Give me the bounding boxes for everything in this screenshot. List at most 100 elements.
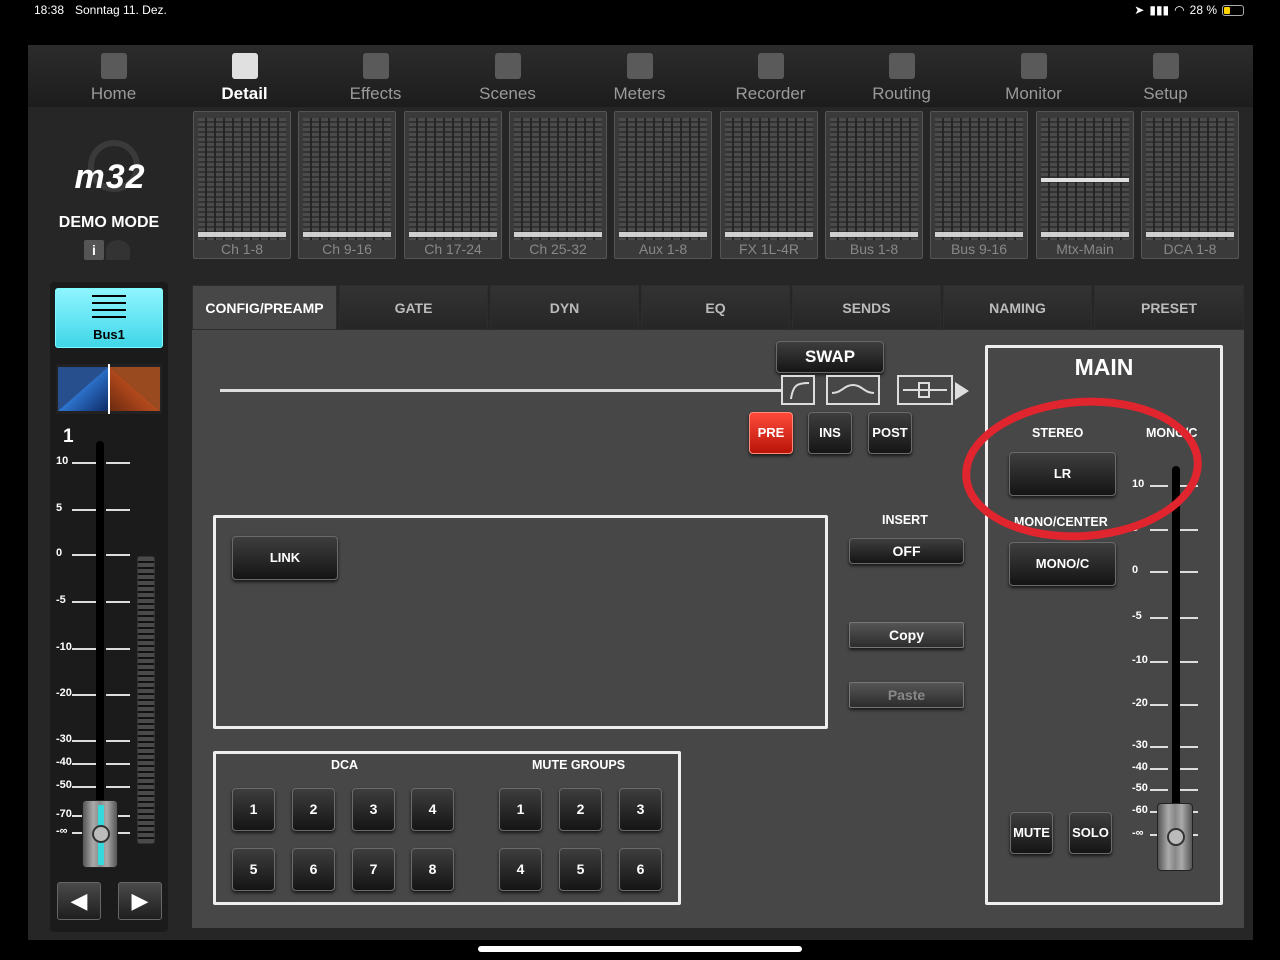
low-cut-icon xyxy=(781,375,815,405)
scale-tick xyxy=(72,648,96,650)
dca-5-button[interactable]: 5 xyxy=(232,848,275,891)
scale-tick xyxy=(1150,789,1168,791)
bank-fader-line xyxy=(409,232,497,237)
mute-button[interactable]: MUTE xyxy=(1010,812,1053,854)
ins-button[interactable]: INS xyxy=(808,412,852,454)
dca-4-button[interactable]: 4 xyxy=(411,788,454,831)
bank-3[interactable]: Ch 17-24 xyxy=(404,111,502,259)
signal-icon: ▮▮▮ xyxy=(1149,3,1170,17)
bank-10[interactable]: DCA 1-8 xyxy=(1141,111,1239,259)
dca-7-button[interactable]: 7 xyxy=(352,848,395,891)
post-button[interactable]: POST xyxy=(868,412,912,454)
dca-1-button[interactable]: 1 xyxy=(232,788,275,831)
channel-select-label: Bus1 xyxy=(93,327,125,342)
next-channel-button[interactable]: ▶ xyxy=(118,882,162,920)
insert-off-button[interactable]: OFF xyxy=(849,538,964,564)
nav-setup[interactable]: Setup xyxy=(1100,45,1231,107)
scale-tick xyxy=(72,786,96,788)
scale-tick xyxy=(1150,746,1168,748)
mute-group-2-button[interactable]: 2 xyxy=(559,788,602,831)
nav-monitor[interactable]: Monitor xyxy=(968,45,1099,107)
solo-button[interactable]: SOLO xyxy=(1069,812,1112,854)
nav-recorder[interactable]: Recorder xyxy=(705,45,836,107)
dca-6-button[interactable]: 6 xyxy=(292,848,335,891)
bank-5[interactable]: Aux 1-8 xyxy=(614,111,712,259)
tab-preset[interactable]: PRESET xyxy=(1094,285,1244,330)
mute-group-3-button[interactable]: 3 xyxy=(619,788,662,831)
pan-control[interactable] xyxy=(56,364,162,414)
gear-icon xyxy=(1152,53,1179,79)
bank-7[interactable]: Bus 1-8 xyxy=(825,111,923,259)
pre-button[interactable]: PRE xyxy=(749,412,793,454)
scale-tick xyxy=(1180,789,1198,791)
main-fader-track[interactable] xyxy=(1172,466,1180,856)
bank-4[interactable]: Ch 25-32 xyxy=(509,111,607,259)
bank-9[interactable]: Mtx-Main xyxy=(1036,111,1134,259)
bank-label: Ch 25-32 xyxy=(529,241,587,257)
mute-group-6-button[interactable]: 6 xyxy=(619,848,662,891)
prev-channel-button[interactable]: ◀ xyxy=(57,882,101,920)
home-indicator[interactable] xyxy=(478,946,802,952)
routing-icon xyxy=(888,53,915,79)
mute-group-1-button[interactable]: 1 xyxy=(499,788,542,831)
bank-fader-line xyxy=(1146,232,1234,237)
bank-main-fader-line xyxy=(1041,178,1129,182)
tab-gate[interactable]: GATE xyxy=(339,285,488,330)
bank-6[interactable]: FX 1L-4R xyxy=(720,111,818,259)
paste-button[interactable]: Paste xyxy=(849,682,964,708)
tab-naming[interactable]: NAMING xyxy=(943,285,1092,330)
status-bar: 18:38 Sonntag 11. Dez. ➤ ▮▮▮ ◠ 28 % xyxy=(0,0,1280,24)
nav-label: Setup xyxy=(1143,84,1188,103)
left-fader-track[interactable] xyxy=(96,441,104,841)
m32-logo: m32 xyxy=(58,140,162,210)
scale-tick xyxy=(106,648,130,650)
lamp-icon[interactable] xyxy=(106,240,130,260)
recorder-icon xyxy=(757,53,784,79)
swap-button[interactable]: SWAP xyxy=(776,341,884,373)
nav-scenes[interactable]: Scenes xyxy=(442,45,573,107)
demo-mode-label: DEMO MODE xyxy=(58,214,160,231)
nav-detail[interactable]: Detail xyxy=(179,45,310,107)
bank-fader-line xyxy=(198,232,286,237)
bank-meter-grid xyxy=(514,118,602,240)
main-fader-knob[interactable] xyxy=(1157,803,1193,871)
bank-meter-grid xyxy=(935,118,1023,240)
bank-fader-line xyxy=(935,232,1023,237)
scale-label: -20 xyxy=(56,687,72,699)
bank-meter-grid xyxy=(830,118,918,240)
mute-group-4-button[interactable]: 4 xyxy=(499,848,542,891)
dca-2-button[interactable]: 2 xyxy=(292,788,335,831)
bank-1[interactable]: Ch 1-8 xyxy=(193,111,291,259)
left-fader-knob[interactable] xyxy=(82,800,118,868)
battery-percent: 28 % xyxy=(1189,3,1217,17)
dca-3-button[interactable]: 3 xyxy=(352,788,395,831)
tab-eq[interactable]: EQ xyxy=(641,285,790,330)
nav-meters[interactable]: Meters xyxy=(574,45,705,107)
mute-group-5-button[interactable]: 5 xyxy=(559,848,602,891)
nav-home[interactable]: Home xyxy=(48,45,179,107)
nav-label: Routing xyxy=(872,84,931,103)
effects-icon xyxy=(362,53,389,79)
bank-fader-line xyxy=(725,232,813,237)
tab-sends[interactable]: SENDS xyxy=(792,285,941,330)
dca-label: DCA xyxy=(331,758,359,772)
dca-8-button[interactable]: 8 xyxy=(411,848,454,891)
tab-dyn[interactable]: DYN xyxy=(490,285,639,330)
bank-8[interactable]: Bus 9-16 xyxy=(930,111,1028,259)
info-icon[interactable]: i xyxy=(84,240,104,260)
link-button[interactable]: LINK xyxy=(232,536,338,580)
tab-config-preamp[interactable]: CONFIG/PREAMP xyxy=(192,285,337,330)
status-time: 18:38 xyxy=(34,3,65,17)
channel-select-button[interactable]: Bus1 xyxy=(55,288,163,348)
scale-label: -∞ xyxy=(56,825,68,837)
nav-routing[interactable]: Routing xyxy=(836,45,967,107)
bank-2[interactable]: Ch 9-16 xyxy=(298,111,396,259)
scale-label: -30 xyxy=(56,733,72,745)
scale-tick xyxy=(72,694,96,696)
bank-fader-line xyxy=(514,232,602,237)
copy-button[interactable]: Copy xyxy=(849,622,964,648)
scale-tick xyxy=(1150,571,1168,573)
scale-tick xyxy=(1150,529,1168,531)
mono-c-button[interactable]: MONO/C xyxy=(1009,542,1116,586)
nav-effects[interactable]: Effects xyxy=(310,45,441,107)
